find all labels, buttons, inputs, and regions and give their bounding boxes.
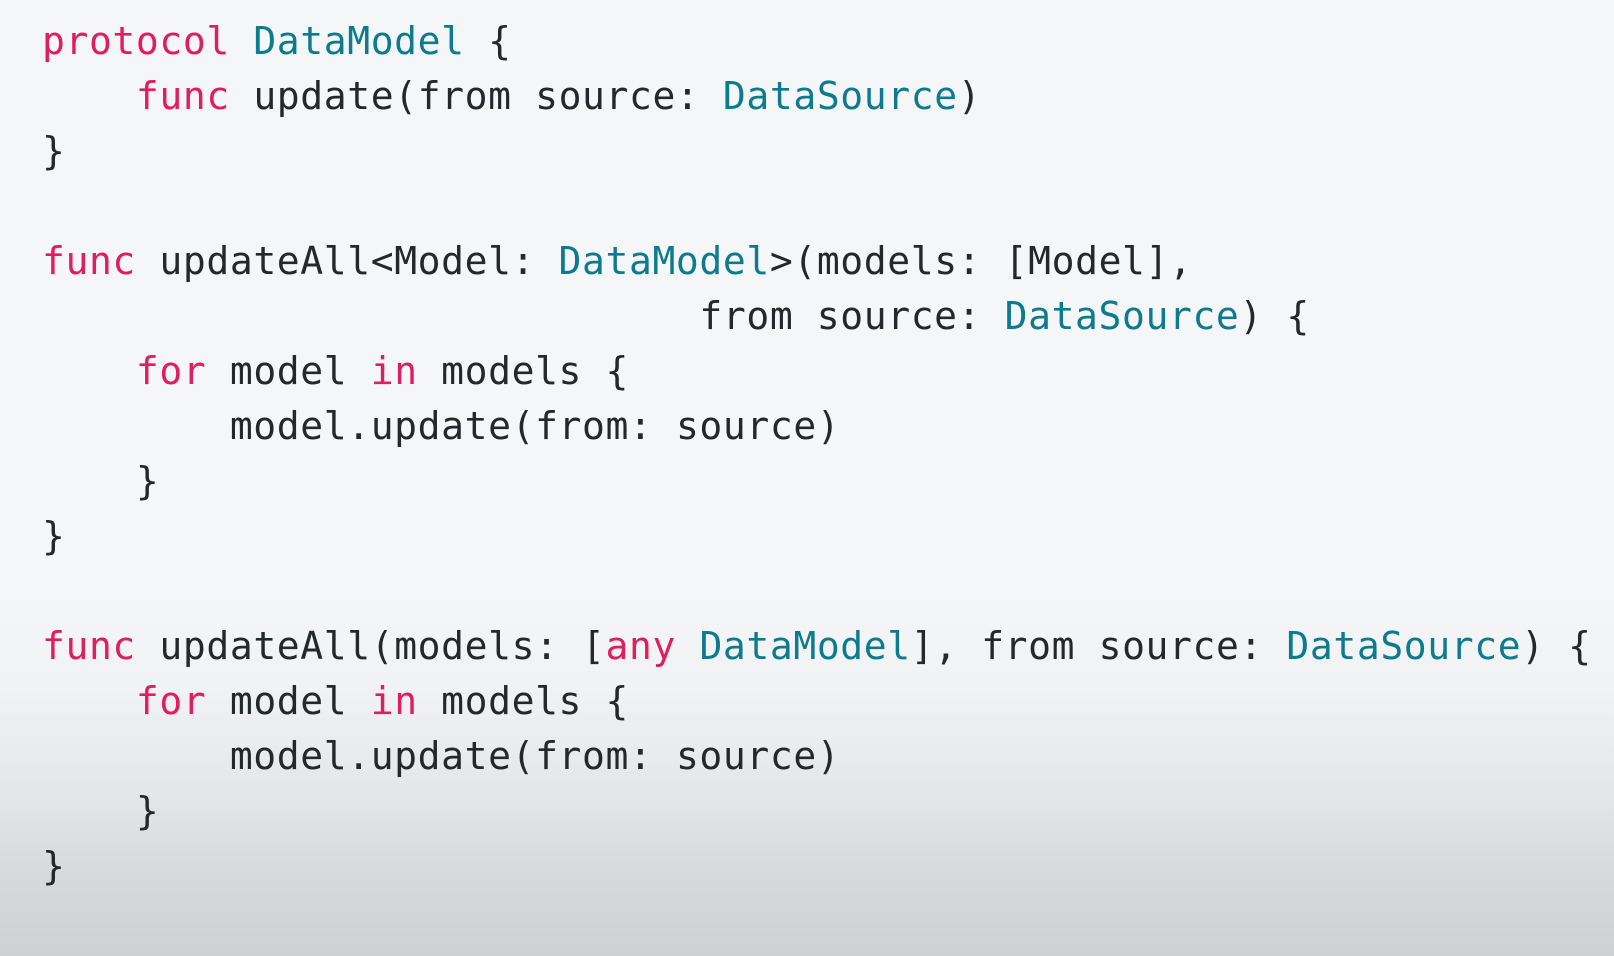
code-token-plain: : source) <box>628 404 841 448</box>
code-token-plain: ) <box>957 74 982 118</box>
code-token-plain: <Model: <box>370 239 559 283</box>
code-token-identifier: from <box>535 404 629 448</box>
code-token-type: DataModel <box>558 239 770 283</box>
code-line: } <box>0 124 1614 179</box>
code-token-keyword: any <box>605 624 676 668</box>
code-token-plain: : source) <box>628 734 841 778</box>
code-token-plain: } <box>42 844 66 888</box>
code-token-plain: : [Model], <box>957 239 1193 283</box>
code-line: func updateAll<Model: DataModel>(models:… <box>0 234 1614 289</box>
code-token-plain: ( <box>370 624 395 668</box>
code-token-plain: >( <box>769 239 817 283</box>
code-token-plain: ( <box>511 404 536 448</box>
code-line: from source: DataSource) { <box>0 289 1614 344</box>
code-token-identifier: from <box>535 734 629 778</box>
code-token-identifier: from <box>981 624 1076 668</box>
code-token-type: DataSource <box>1004 294 1240 338</box>
code-token-type: DataModel <box>699 624 911 668</box>
code-token-plain: ( <box>394 74 418 118</box>
code-line: for model in models { <box>0 674 1614 729</box>
code-line: protocol DataModel { <box>0 14 1614 69</box>
code-token-plain: source: <box>793 294 1005 338</box>
code-token-plain: ) { <box>1239 294 1310 338</box>
code-token-identifier: updateAll <box>159 239 371 283</box>
code-token-identifier: update <box>370 734 512 778</box>
code-token-plain: models { <box>417 349 629 393</box>
code-token-keyword: for <box>135 679 207 723</box>
code-token-keyword: func <box>42 624 136 668</box>
code-token-plain: ) { <box>1521 624 1592 668</box>
code-token-identifier: update <box>253 74 395 118</box>
code-token-keyword: func <box>42 239 136 283</box>
code-token-type: DataModel <box>253 19 465 63</box>
code-token-plain: source: <box>511 74 723 118</box>
code-token-plain: } <box>42 514 66 558</box>
code-line: func updateAll(models: [any DataModel], … <box>0 619 1614 674</box>
code-token-plain: model. <box>42 404 371 448</box>
code-line: model.update(from: source) <box>0 399 1614 454</box>
code-token-keyword: for <box>135 349 207 393</box>
code-token-keyword: in <box>370 679 418 723</box>
code-token-plain: model. <box>42 734 371 778</box>
code-token-plain: ], <box>910 624 982 668</box>
code-line: } <box>0 509 1614 564</box>
code-token-plain: model <box>206 349 371 393</box>
code-token-plain: } <box>42 129 66 173</box>
code-line: } <box>0 839 1614 894</box>
code-token-type: DataSource <box>722 74 958 118</box>
code-token-identifier: models <box>394 624 536 668</box>
code-token-plain: { <box>464 19 512 63</box>
code-token-keyword: protocol <box>42 19 230 63</box>
code-token-plain: model <box>206 679 371 723</box>
code-token-identifier: from <box>417 74 512 118</box>
code-block: protocol DataModel { func update(from so… <box>0 0 1614 956</box>
code-token-identifier: update <box>370 404 512 448</box>
code-token-plain: } <box>42 789 160 833</box>
code-token-plain: models { <box>417 679 629 723</box>
code-token-plain: ( <box>511 734 536 778</box>
code-token-keyword: in <box>370 349 418 393</box>
code-line: model.update(from: source) <box>0 729 1614 784</box>
code-token-plain: : [ <box>535 624 606 668</box>
code-token-plain: source: <box>1075 624 1287 668</box>
code-line: func update(from source: DataSource) <box>0 69 1614 124</box>
code-token-type: DataSource <box>1286 624 1522 668</box>
code-token-plain: } <box>42 459 160 503</box>
code-token-identifier: from <box>699 294 794 338</box>
code-line: for model in models { <box>0 344 1614 399</box>
code-line: } <box>0 784 1614 839</box>
code-line: } <box>0 454 1614 509</box>
code-token-identifier: updateAll <box>159 624 371 668</box>
code-token-identifier: models <box>816 239 958 283</box>
code-token-keyword: func <box>135 74 230 118</box>
